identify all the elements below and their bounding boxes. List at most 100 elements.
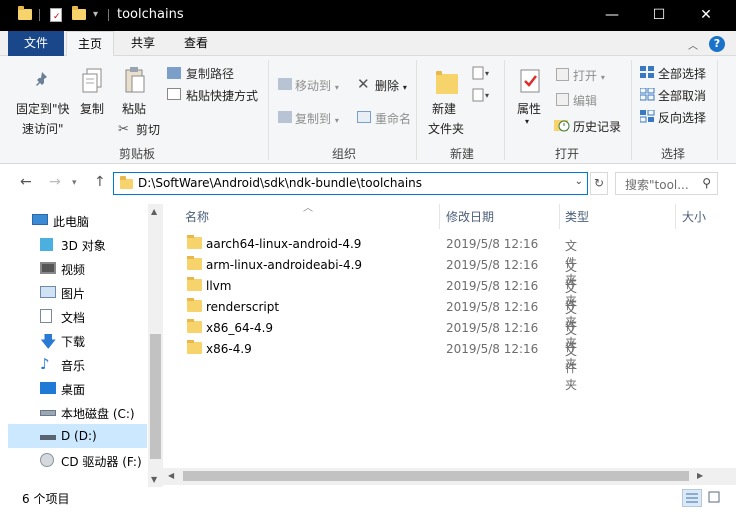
file-list-pane: ︿ 名称 修改日期 类型 大小 aarch64-linux-android-4.… <box>163 203 736 487</box>
tab-view[interactable]: 查看 <box>170 31 222 56</box>
nav-item-music[interactable]: ♪ 音乐 <box>8 352 147 376</box>
folder-icon <box>187 319 202 333</box>
nav-item-pictures[interactable]: 图片 <box>8 280 147 304</box>
nav-item-cd-drive-f[interactable]: CD 驱动器 (F:) <box>8 448 147 472</box>
help-icon[interactable]: ? <box>709 36 725 52</box>
nav-label: 3D 对象 <box>61 239 106 253</box>
rename-button[interactable]: 重命名 <box>375 110 411 127</box>
details-view-button[interactable] <box>682 489 702 507</box>
address-bar[interactable]: D:\SoftWare\Android\sdk\ndk-bundle\toolc… <box>113 172 588 195</box>
select-none-button[interactable]: 全部取消 <box>658 87 706 104</box>
paste-button[interactable]: 粘贴 <box>122 100 146 117</box>
title-separator <box>108 9 109 21</box>
status-bar: 6 个项目 <box>0 487 736 509</box>
recent-locations-icon[interactable]: ▾ <box>72 178 77 188</box>
easy-access-icon[interactable]: ▾ <box>472 88 492 102</box>
title-separator <box>39 9 40 21</box>
customize-quick-access-icon[interactable]: ▾ <box>93 9 98 20</box>
window-title: toolchains <box>117 7 184 22</box>
new-group-label: 新建 <box>450 147 475 161</box>
tab-share[interactable]: 共享 <box>118 31 168 56</box>
column-divider[interactable] <box>559 204 560 229</box>
column-divider[interactable] <box>675 204 676 229</box>
file-row[interactable]: x86-4.9 2019/5/8 12:16 文件夹 <box>181 339 577 392</box>
search-input[interactable]: 搜索"tool... <box>625 176 689 193</box>
copy-button[interactable]: 复制 <box>80 100 104 117</box>
scroll-right-arrow-icon[interactable]: ▶ <box>697 471 703 480</box>
column-header-modified[interactable]: 修改日期 <box>446 208 494 232</box>
cut-button[interactable]: 剪切 <box>136 121 160 138</box>
group-divider <box>416 60 417 160</box>
tab-home[interactable]: 主页 <box>66 31 114 57</box>
ribbon-tabs: 文件 主页 共享 查看 ︿ ? <box>0 31 736 57</box>
nav-label: 音乐 <box>61 359 86 373</box>
maximize-button[interactable]: ☐ <box>636 0 682 31</box>
file-row[interactable]: llvm 2019/5/8 12:16 文件夹 <box>181 276 577 329</box>
column-divider[interactable] <box>439 204 440 229</box>
navigation-bar: ← → ▾ ↑ D:\SoftWare\Android\sdk\ndk-bund… <box>0 164 736 204</box>
column-header-size[interactable]: 大小 <box>682 208 706 232</box>
file-row[interactable]: arm-linux-androideabi-4.9 2019/5/8 12:16… <box>181 255 577 308</box>
back-button[interactable]: ← <box>20 174 32 190</box>
file-row[interactable]: x86_64-4.9 2019/5/8 12:16 文件夹 <box>181 318 577 371</box>
address-dropdown-icon[interactable]: ⌄ <box>575 176 583 187</box>
nav-item-local-disk-c[interactable]: 本地磁盘 (C:) <box>8 400 147 424</box>
edit-button[interactable]: 编辑 <box>573 92 597 109</box>
pin-quick-access-button[interactable]: 固定到"快 速访问" <box>16 100 70 137</box>
new-folder-button[interactable]: 新建 文件夹 <box>428 100 464 137</box>
column-header-type[interactable]: 类型 <box>565 208 589 232</box>
new-folder-label-1: 新建 <box>432 102 457 116</box>
delete-button[interactable]: 删除 ▾ <box>375 77 407 94</box>
large-icons-view-button[interactable] <box>705 489 725 507</box>
history-button[interactable]: 历史记录 <box>573 118 621 135</box>
up-button[interactable]: ↑ <box>94 174 106 190</box>
nav-item-videos[interactable]: 视频 <box>8 256 147 280</box>
pictures-icon <box>40 286 56 298</box>
move-to-button[interactable]: 移动到 ▾ <box>295 77 339 94</box>
copy-to-button[interactable]: 复制到 ▾ <box>295 110 339 127</box>
nav-item-desktop[interactable]: 桌面 <box>8 376 147 400</box>
scroll-left-arrow-icon[interactable]: ◀ <box>168 471 174 480</box>
local-disk-icon <box>40 410 56 416</box>
file-row[interactable]: renderscript 2019/5/8 12:16 文件夹 <box>181 297 577 350</box>
documents-icon <box>40 309 52 323</box>
file-name: x86-4.9 <box>206 342 252 356</box>
forward-button[interactable]: → <box>49 174 61 190</box>
cd-drive-icon <box>40 453 54 467</box>
nav-item-downloads[interactable]: 🡇 下载 <box>8 328 147 352</box>
details-view-icon <box>686 493 698 503</box>
refresh-button[interactable]: ↻ <box>590 172 608 195</box>
nav-item-this-pc[interactable]: 此电脑 <box>8 208 147 232</box>
address-path[interactable]: D:\SoftWare\Android\sdk\ndk-bundle\toolc… <box>138 176 422 190</box>
scrollbar-thumb[interactable] <box>150 334 161 459</box>
minimize-button[interactable]: — <box>589 0 635 31</box>
nav-pane-scrollbar[interactable]: ▲ ▼ <box>148 204 163 487</box>
properties-button[interactable]: 属性 ▾ <box>517 100 541 126</box>
nav-item-3d-objects[interactable]: 3D 对象 <box>8 232 147 256</box>
large-icons-view-icon <box>708 491 720 503</box>
nav-item-documents[interactable]: 文档 <box>8 304 147 328</box>
search-box[interactable]: 搜索"tool... ⚲ <box>615 172 718 195</box>
scroll-down-arrow-icon[interactable]: ▼ <box>151 475 157 484</box>
tab-file[interactable]: 文件 <box>8 31 64 56</box>
folder-icon <box>187 256 202 270</box>
properties-quick-icon[interactable]: ✓ <box>50 8 62 22</box>
close-button[interactable]: ✕ <box>683 0 729 31</box>
horizontal-scrollbar[interactable]: ◀ ▶ <box>163 468 736 485</box>
collapse-ribbon-icon[interactable]: ︿ <box>688 37 698 52</box>
paste-shortcut-button[interactable]: 粘贴快捷方式 <box>186 87 258 104</box>
folder-icon <box>187 277 202 291</box>
scroll-up-arrow-icon[interactable]: ▲ <box>151 207 157 216</box>
copy-path-button[interactable]: 复制路径 <box>186 65 234 82</box>
scrollbar-thumb[interactable] <box>183 471 689 481</box>
nav-item-drive-d[interactable]: D (D:) <box>8 424 147 448</box>
invert-selection-button[interactable]: 反向选择 <box>658 109 706 126</box>
column-header-name[interactable]: 名称 <box>185 208 209 232</box>
delete-x-icon: ✕ <box>357 75 370 93</box>
open-button[interactable]: 打开 ▾ <box>573 67 605 84</box>
select-all-button[interactable]: 全部选择 <box>658 65 706 82</box>
new-item-icon[interactable]: ▾ <box>472 66 492 80</box>
copy-to-label: 复制到 <box>295 112 332 126</box>
new-folder-label-2: 文件夹 <box>428 122 465 136</box>
file-row[interactable]: aarch64-linux-android-4.9 2019/5/8 12:16… <box>181 234 577 287</box>
